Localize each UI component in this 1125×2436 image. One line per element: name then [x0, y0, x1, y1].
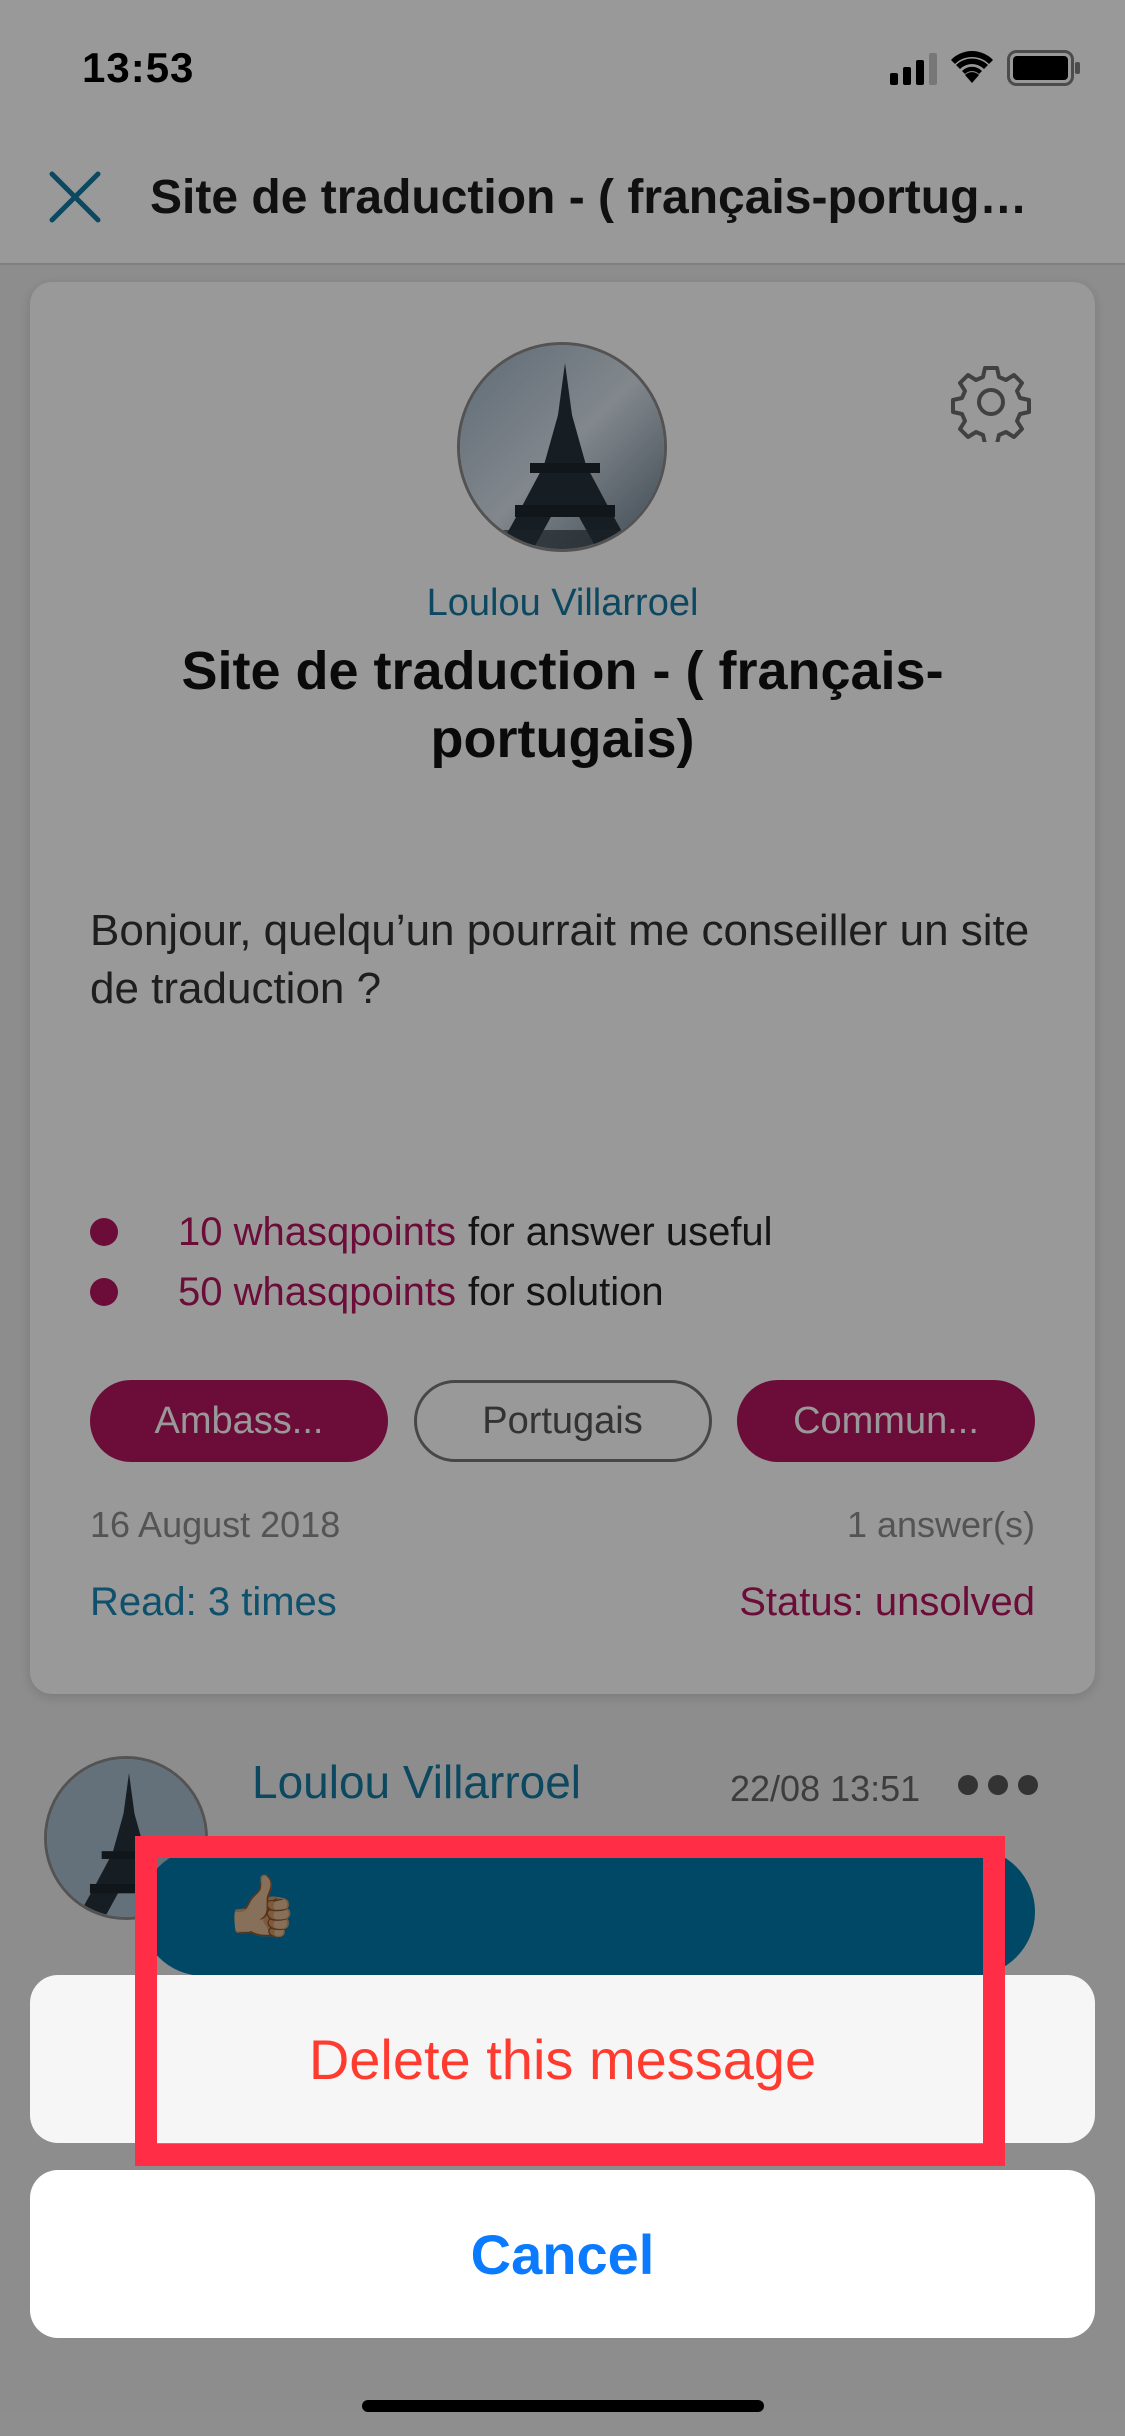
cancel-button[interactable]: Cancel [30, 2170, 1095, 2338]
highlight-box [135, 1836, 1005, 2166]
cancel-label: Cancel [470, 2222, 655, 2286]
